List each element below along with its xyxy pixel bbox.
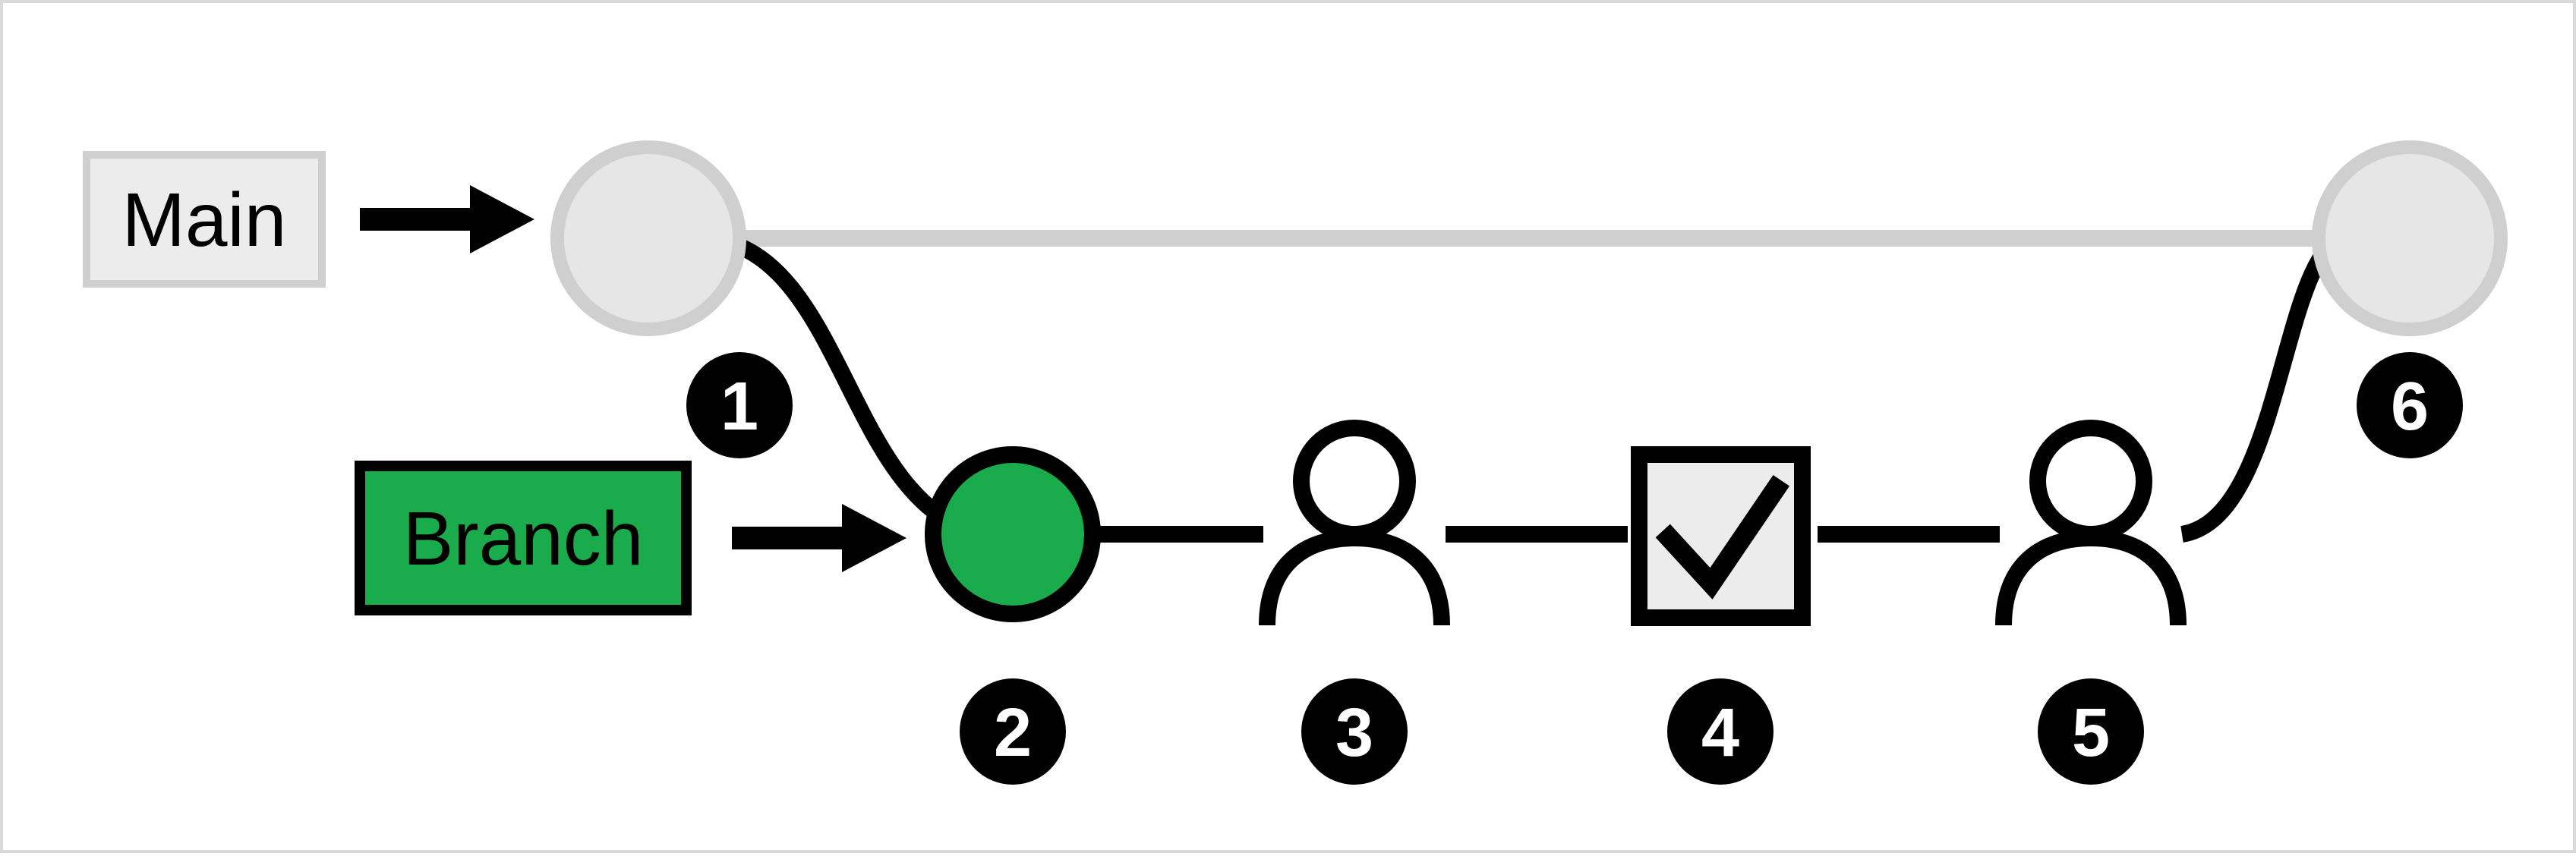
step-number-5: 5 [2072,695,2110,771]
person-icon-3 [1267,428,1442,625]
step-number-4: 4 [1701,695,1739,771]
step-badge-3: 3 [1301,678,1408,785]
person-icon-5 [2004,428,2178,625]
step-badge-1: 1 [686,352,793,458]
step-number-3: 3 [1335,695,1373,771]
step-badge-2: 2 [960,678,1066,785]
step-badge-6: 6 [2357,352,2463,458]
merge-curve [2182,238,2341,534]
branch-commit-node [933,455,1093,614]
workflow-diagram: Main Branch [3,3,2576,856]
checkbox-icon [1639,455,1802,618]
step-badge-5: 5 [2038,678,2144,785]
main-commit-node [557,147,739,329]
arrow-branch [732,504,906,572]
step-number-1: 1 [720,369,758,445]
merge-commit-node [2319,147,2501,329]
arrow-main [360,185,534,253]
diagram-frame: Main Branch [0,0,2576,853]
step-number-2: 2 [994,695,1032,771]
main-label-text: Main [122,178,287,263]
branch-label-text: Branch [403,496,644,581]
step-number-6: 6 [2391,369,2429,445]
step-badge-4: 4 [1667,678,1774,785]
